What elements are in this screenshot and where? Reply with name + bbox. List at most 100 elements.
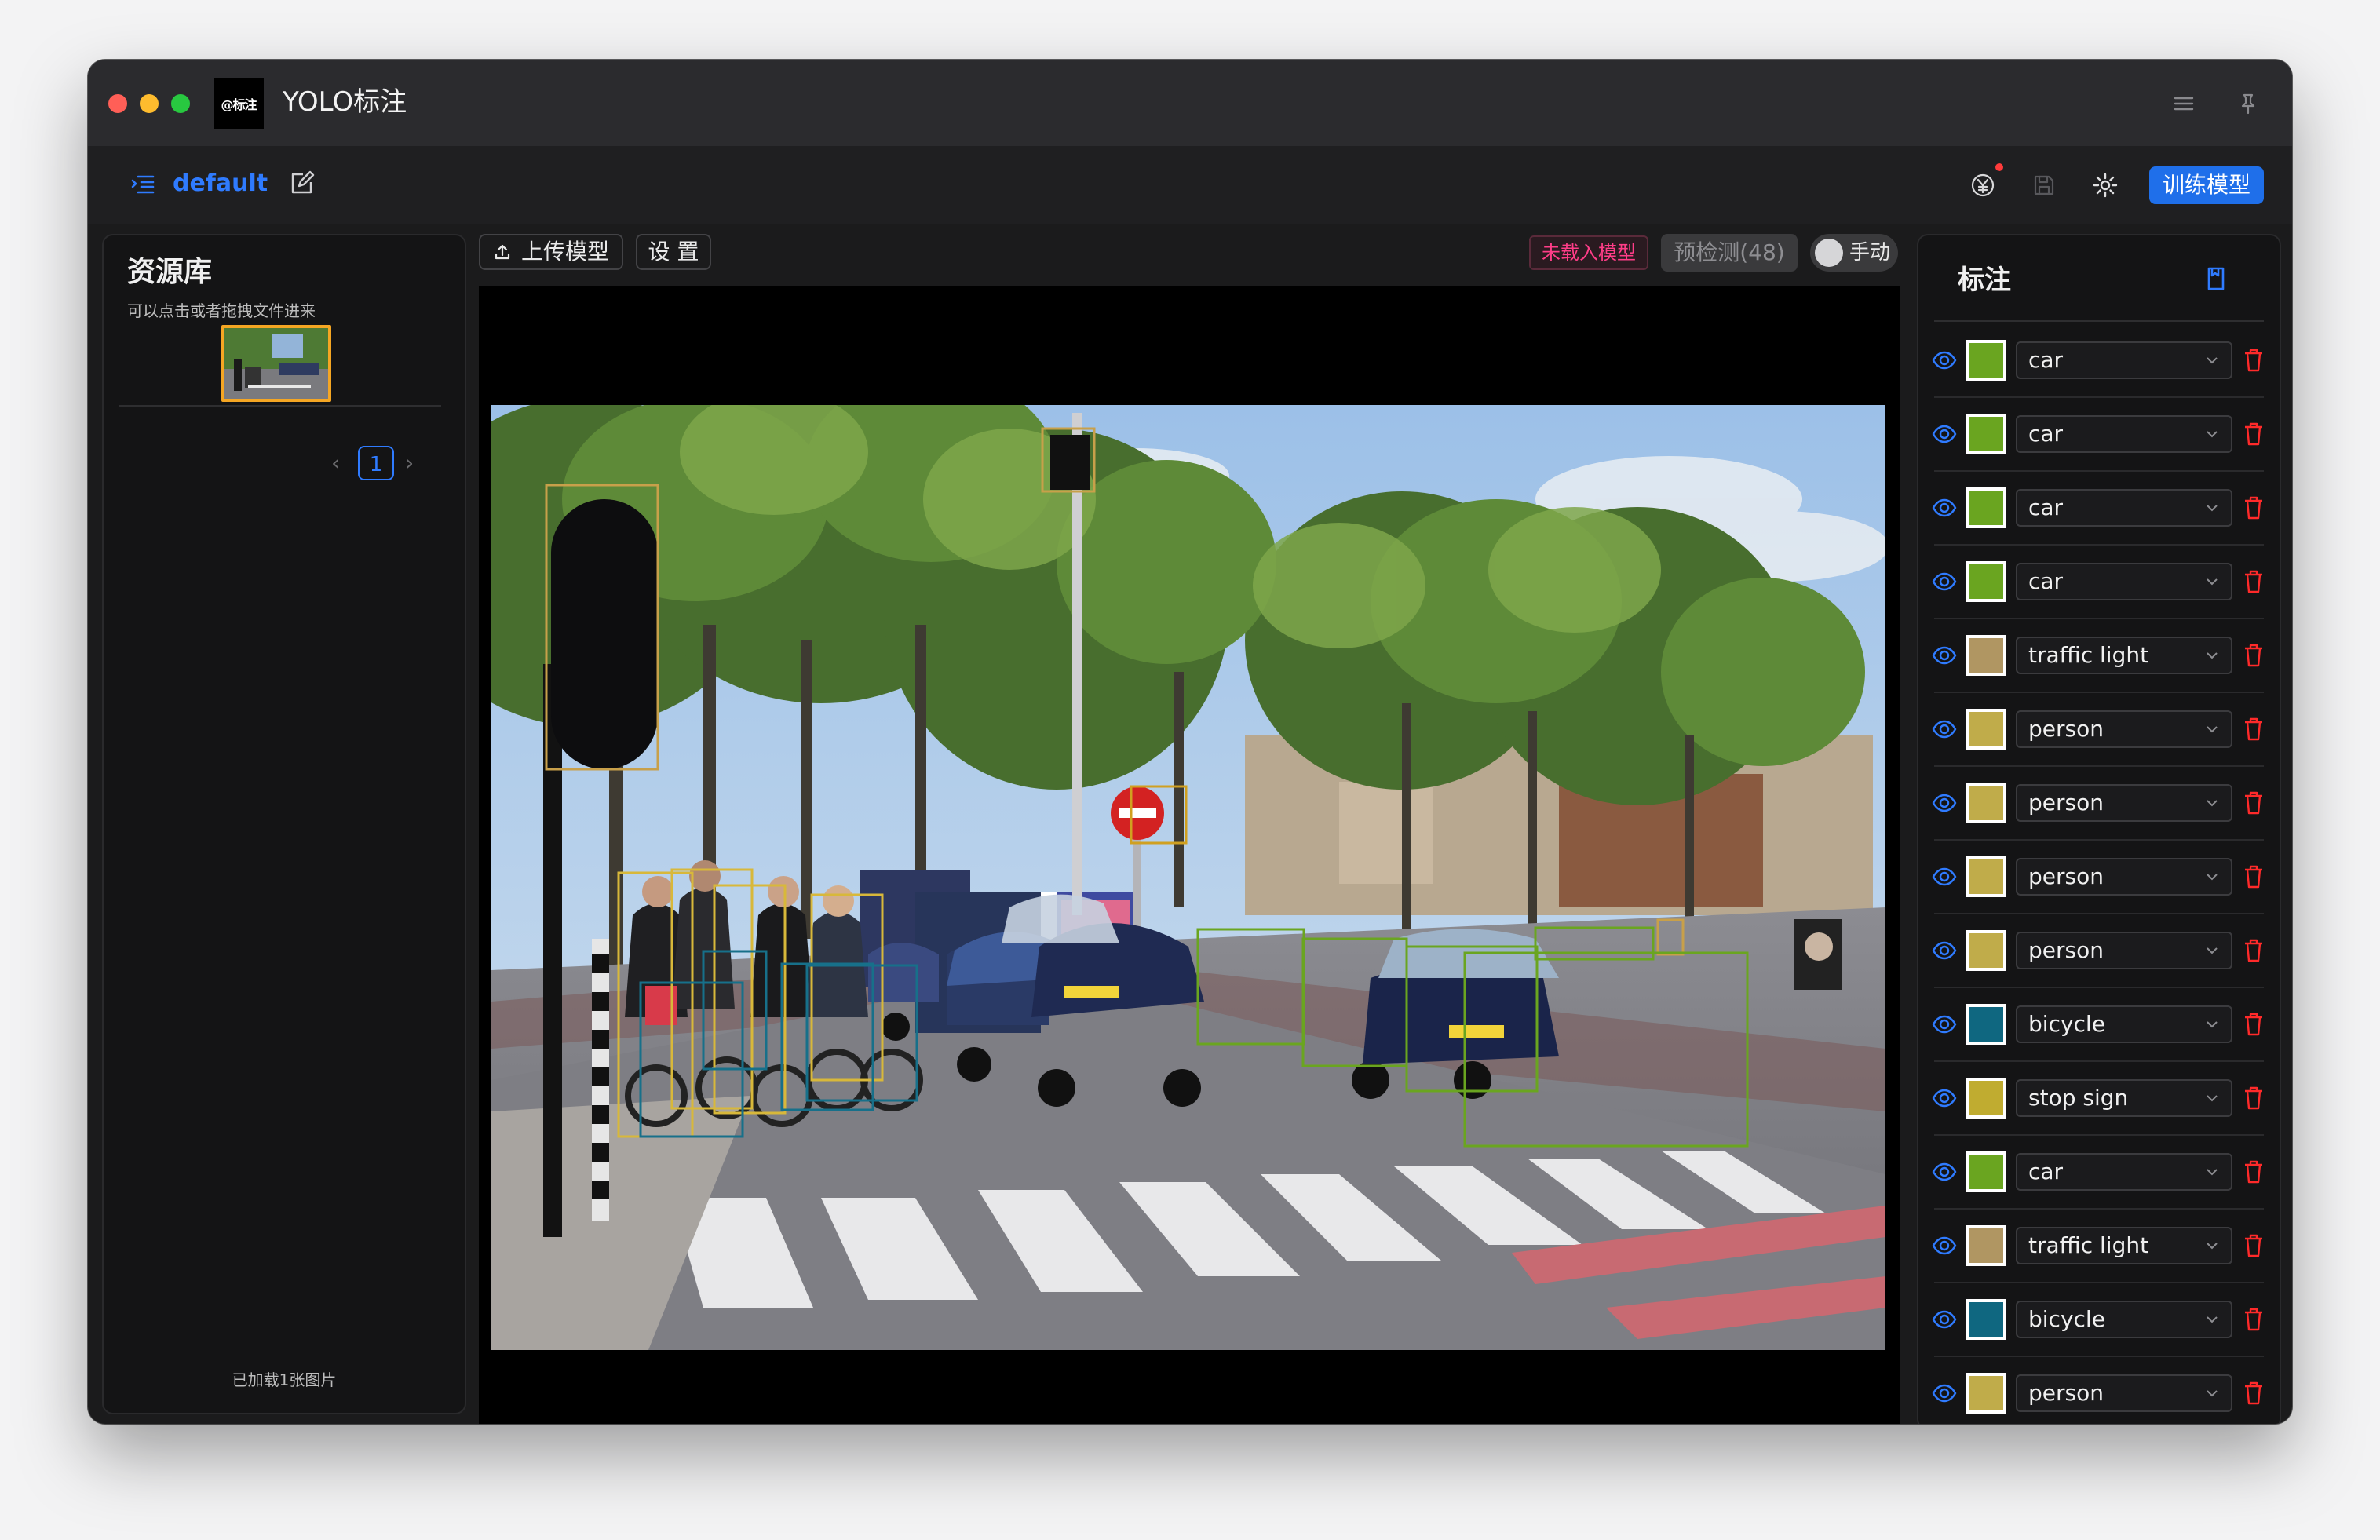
close-window-button[interactable] (108, 94, 127, 113)
eye-icon[interactable] (1931, 863, 1958, 890)
trash-icon[interactable] (2242, 568, 2265, 595)
class-select[interactable]: person (2016, 710, 2232, 748)
trash-icon[interactable] (2242, 937, 2265, 964)
annotation-row[interactable]: car (1918, 323, 2280, 398)
app-logo: @标注 (214, 78, 264, 129)
annotation-row[interactable]: bicycle (1918, 987, 2280, 1062)
eye-icon[interactable] (1931, 790, 1958, 816)
eye-icon[interactable] (1931, 421, 1958, 447)
annotation-row[interactable]: person (1918, 1356, 2280, 1424)
class-color-swatch (1966, 1225, 2006, 1266)
trash-icon[interactable] (2242, 1380, 2265, 1407)
trash-icon[interactable] (2242, 790, 2265, 816)
eye-icon[interactable] (1931, 494, 1958, 521)
class-color-swatch (1966, 783, 2006, 823)
eye-icon[interactable] (1931, 1380, 1958, 1407)
eye-icon[interactable] (1931, 1159, 1958, 1185)
class-select[interactable]: bicycle (2016, 1301, 2232, 1338)
eye-icon[interactable] (1931, 347, 1958, 374)
class-select[interactable]: person (2016, 784, 2232, 822)
chevron-down-icon (2204, 426, 2220, 442)
class-select[interactable]: car (2016, 415, 2232, 453)
class-select[interactable]: person (2016, 1374, 2232, 1412)
class-color-swatch (1966, 930, 2006, 971)
predict-button[interactable]: 预检测(48) (1661, 234, 1798, 272)
trash-icon[interactable] (2242, 1011, 2265, 1038)
eye-icon[interactable] (1931, 1306, 1958, 1333)
trash-icon[interactable] (2242, 1085, 2265, 1111)
class-select-value: car (2028, 494, 2064, 520)
trash-icon[interactable] (2242, 347, 2265, 374)
chevron-down-icon (2204, 1164, 2220, 1180)
annotation-row[interactable]: traffic light (1918, 619, 2280, 693)
eye-icon[interactable] (1931, 1011, 1958, 1038)
annotation-row[interactable]: car (1918, 1135, 2280, 1210)
trash-icon[interactable] (2242, 1159, 2265, 1185)
eye-icon[interactable] (1931, 1085, 1958, 1111)
gear-icon[interactable] (2091, 171, 2119, 199)
annotation-row[interactable]: bicycle (1918, 1283, 2280, 1357)
trash-icon[interactable] (2242, 863, 2265, 890)
class-color-swatch (1966, 1299, 2006, 1340)
project-name[interactable]: default (173, 168, 268, 199)
class-select[interactable]: traffic light (2016, 1227, 2232, 1264)
class-select[interactable]: bicycle (2016, 1005, 2232, 1043)
annotation-row[interactable]: person (1918, 766, 2280, 841)
eye-icon[interactable] (1931, 716, 1958, 743)
save-icon[interactable] (2030, 171, 2058, 199)
chevron-down-icon (2204, 648, 2220, 663)
street-photo[interactable] (491, 405, 1885, 1350)
annotation-row[interactable]: stop sign (1918, 1061, 2280, 1136)
class-select[interactable]: car (2016, 1153, 2232, 1191)
eye-icon[interactable] (1931, 568, 1958, 595)
trash-icon[interactable] (2242, 494, 2265, 521)
annotation-row[interactable]: traffic light (1918, 1209, 2280, 1283)
maximize-window-button[interactable] (171, 94, 190, 113)
eye-icon[interactable] (1931, 1232, 1958, 1259)
trash-icon[interactable] (2242, 716, 2265, 743)
menu-icon[interactable] (2170, 89, 2198, 118)
edit-project-icon[interactable] (287, 170, 316, 198)
class-select[interactable]: person (2016, 932, 2232, 969)
annotation-panel-title: 标注 (1958, 265, 2011, 296)
class-select-value: bicycle (2028, 1306, 2105, 1332)
currency-icon[interactable] (1969, 171, 1997, 199)
settings-label: 设 置 (648, 239, 699, 265)
eye-icon[interactable] (1931, 937, 1958, 964)
train-model-button[interactable]: 训练模型 (2149, 166, 2264, 204)
annotation-row[interactable]: person (1918, 692, 2280, 767)
annotation-row[interactable]: car (1918, 471, 2280, 546)
class-select-value: bicycle (2028, 1011, 2105, 1037)
annotation-row[interactable]: car (1918, 397, 2280, 472)
eye-icon[interactable] (1931, 642, 1958, 669)
settings-button[interactable]: 设 置 (636, 234, 711, 270)
next-page-button[interactable]: › (405, 447, 414, 479)
class-select[interactable]: car (2016, 563, 2232, 600)
trash-icon[interactable] (2242, 421, 2265, 447)
annotation-row[interactable]: car (1918, 545, 2280, 619)
trash-icon[interactable] (2242, 642, 2265, 669)
bookmark-icon[interactable] (2203, 265, 2229, 292)
minimize-window-button[interactable] (140, 94, 159, 113)
class-color-swatch (1966, 856, 2006, 897)
project-list-icon[interactable] (129, 170, 157, 198)
class-select[interactable]: car (2016, 489, 2232, 527)
upload-model-button[interactable]: 上传模型 (479, 234, 623, 270)
annotation-canvas[interactable] (479, 286, 1900, 1424)
current-page-indicator[interactable]: 1 (358, 446, 394, 480)
mode-toggle[interactable]: 手动 (1810, 234, 1898, 272)
class-select[interactable]: person (2016, 858, 2232, 896)
annotation-row[interactable]: person (1918, 914, 2280, 988)
image-thumbnail[interactable] (221, 325, 331, 402)
upload-hint[interactable]: 可以点击或者拖拽文件进来 (127, 300, 316, 322)
prev-page-button[interactable]: ‹ (331, 447, 340, 479)
class-select[interactable]: traffic light (2016, 637, 2232, 674)
main-toolbar: default 训练模型 (88, 146, 2292, 224)
class-select[interactable]: stop sign (2016, 1079, 2232, 1117)
class-select[interactable]: car (2016, 341, 2232, 379)
trash-icon[interactable] (2242, 1306, 2265, 1333)
annotation-row[interactable]: person (1918, 840, 2280, 914)
chevron-down-icon (2204, 1312, 2220, 1327)
trash-icon[interactable] (2242, 1232, 2265, 1259)
pin-icon[interactable] (2234, 89, 2262, 118)
